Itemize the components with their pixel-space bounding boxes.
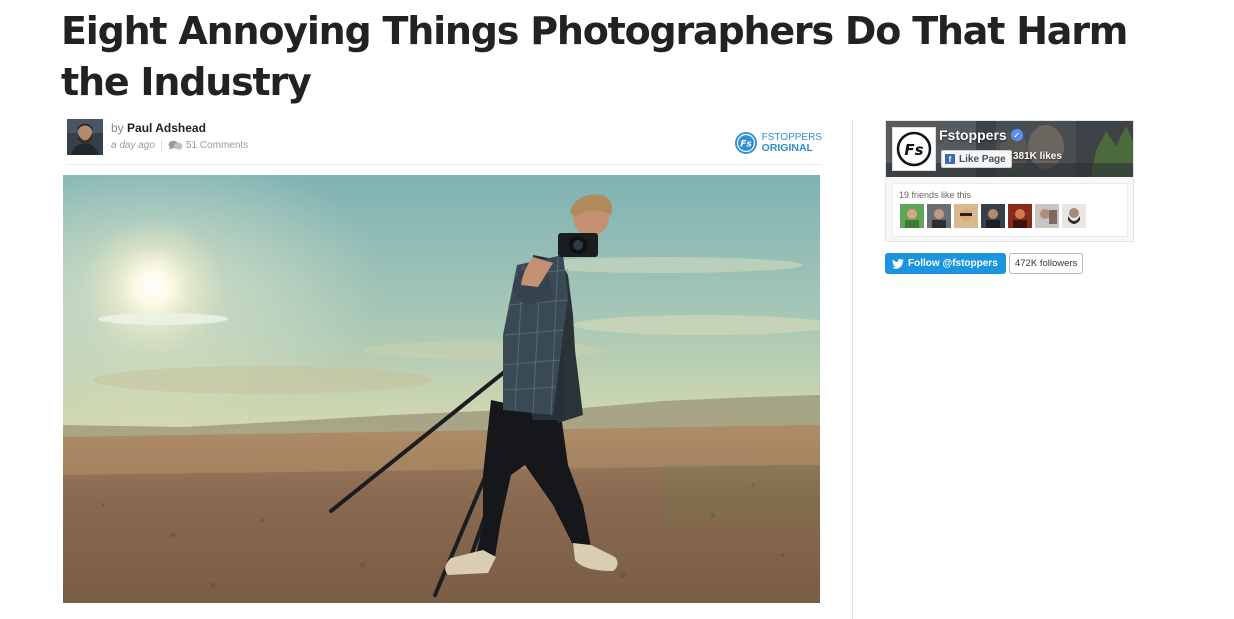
author-line: by Paul Adshead <box>111 121 206 135</box>
facebook-f-icon: f <box>945 154 955 164</box>
like-page-button[interactable]: f Like Page <box>941 150 1012 168</box>
by-prefix: by <box>111 121 124 135</box>
page-name-text: Fstoppers <box>939 127 1007 143</box>
friend-avatar[interactable] <box>1035 204 1059 228</box>
friend-avatar[interactable] <box>927 204 951 228</box>
author-name[interactable]: Paul Adshead <box>127 121 206 135</box>
friend-avatar[interactable] <box>954 204 978 228</box>
friends-like-text: 19 friends like this <box>899 190 972 200</box>
friend-avatar[interactable] <box>1062 204 1086 228</box>
facebook-page-logo[interactable]: Fs <box>892 127 936 171</box>
content-sidebar-divider <box>852 120 853 619</box>
friends-panel: 19 friends like this <box>892 183 1128 237</box>
fstoppers-logo-icon: Fs <box>734 132 757 154</box>
badge-line-2: ORIGINAL <box>761 142 813 154</box>
twitter-follow-button[interactable]: Follow @fstoppers <box>885 253 1006 274</box>
comments-link[interactable]: 51 Comments <box>186 140 248 151</box>
likes-count: 381K likes <box>1013 151 1062 162</box>
badge-text: FSTOPPERS ORIGINAL <box>761 133 822 154</box>
hero-image[interactable] <box>63 175 820 603</box>
fstoppers-logo-icon: Fs <box>896 131 932 167</box>
friend-avatar[interactable] <box>900 204 924 228</box>
friend-avatar[interactable] <box>1008 204 1032 228</box>
article-title: Eight Annoying Things Photographers Do T… <box>61 9 1128 104</box>
friend-avatar[interactable] <box>981 204 1005 228</box>
author-avatar[interactable] <box>67 119 103 155</box>
meta-divider <box>160 140 162 151</box>
verified-check-icon: ✓ <box>1010 129 1023 141</box>
fstoppers-original-badge[interactable]: Fs FSTOPPERS ORIGINAL <box>734 131 822 155</box>
publish-time: a day ago <box>111 140 155 151</box>
article-meta: a day ago 51 Comments <box>111 140 248 151</box>
facebook-page-name[interactable]: Fstoppers ✓ <box>939 127 1023 143</box>
twitter-followers-count[interactable]: 472K followers <box>1009 253 1084 274</box>
svg-text:Fs: Fs <box>904 141 923 159</box>
like-page-label: Like Page <box>959 153 1006 165</box>
facebook-page-widget: Fs Fstoppers ✓ f Like Page 381K likes 19… <box>885 120 1134 242</box>
twitter-follow-label: Follow @fstoppers <box>908 258 998 269</box>
byline: by Paul Adshead a day ago 51 Comments Fs… <box>66 118 822 165</box>
svg-text:Fs: Fs <box>740 140 752 150</box>
comment-bubbles-icon <box>168 140 183 151</box>
twitter-bird-icon <box>892 258 904 269</box>
